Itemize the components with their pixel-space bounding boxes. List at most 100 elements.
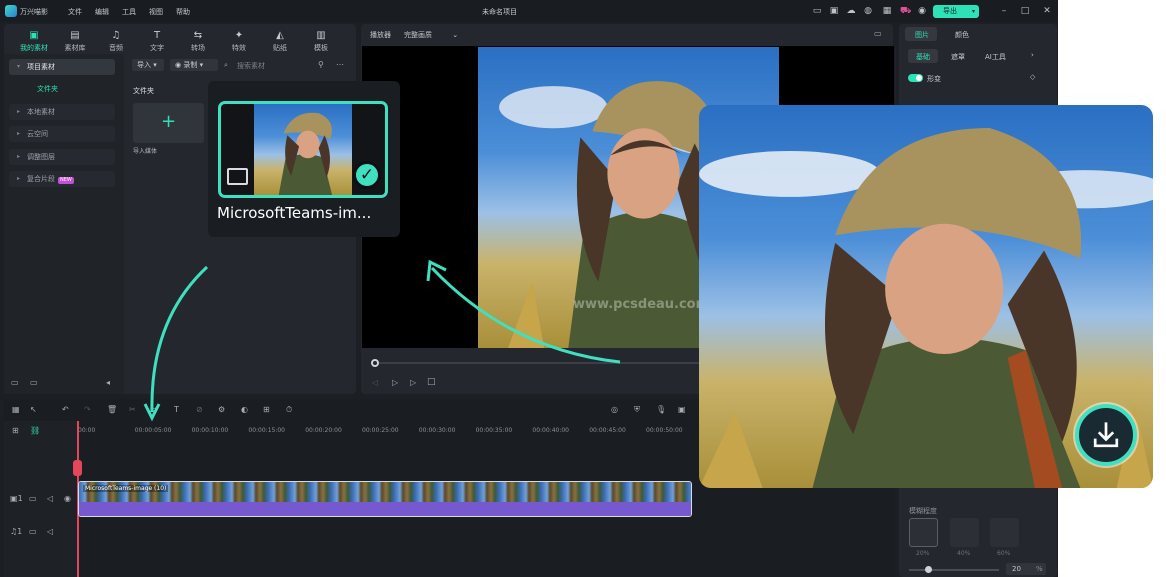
play-icon[interactable]: ▷ bbox=[410, 378, 416, 387]
import-media-tile[interactable]: + bbox=[133, 103, 204, 143]
blur-value: 20 bbox=[1012, 565, 1021, 573]
toolbar-transition[interactable]: ⇆ 转场 bbox=[180, 30, 216, 53]
eye-icon[interactable]: ◉ bbox=[64, 494, 71, 503]
keyframe-icon[interactable]: ◇ bbox=[1030, 73, 1035, 81]
stop-icon[interactable]: □ bbox=[427, 377, 436, 387]
template-icon: ▥ bbox=[316, 30, 326, 41]
folder-add-icon[interactable]: ▭ bbox=[11, 378, 19, 387]
redo-icon[interactable]: ↷ bbox=[84, 405, 91, 414]
folder-track-icon[interactable]: ▭ bbox=[29, 527, 37, 536]
render-icon[interactable]: ◎ bbox=[611, 405, 618, 414]
mask-icon[interactable]: ⊘ bbox=[196, 405, 203, 414]
ruler-tick-label: 00:00:25:00 bbox=[362, 427, 399, 434]
delete-icon[interactable]: 🗑 bbox=[107, 405, 117, 414]
filter-icon[interactable]: ⚲ bbox=[318, 60, 324, 69]
folder-icon[interactable]: ▭ bbox=[30, 378, 38, 387]
sidebar-item-local[interactable]: ▸ 本地素材 bbox=[9, 104, 115, 120]
cloud-icon[interactable]: ☁ bbox=[846, 6, 856, 16]
folder-track-icon[interactable]: ▭ bbox=[29, 494, 37, 503]
blur-preset-40[interactable] bbox=[950, 518, 979, 547]
save-icon[interactable]: ▣ bbox=[829, 6, 839, 16]
screen-icon[interactable]: ▭ bbox=[812, 6, 822, 16]
blur-value-input[interactable]: 20% bbox=[1006, 563, 1046, 575]
subtab-ai[interactable]: AI工具 bbox=[985, 52, 1006, 62]
effects-icon: ✦ bbox=[234, 30, 244, 41]
import-dropdown[interactable]: 导入 ▾ bbox=[132, 59, 164, 71]
slider-knob[interactable] bbox=[925, 566, 932, 573]
undo-icon[interactable]: ↶ bbox=[62, 405, 69, 414]
user-icon[interactable]: ◉ bbox=[917, 6, 927, 16]
toolbar-stock[interactable]: ▤ 素材库 bbox=[57, 30, 93, 53]
grid-icon[interactable]: ▦ bbox=[882, 6, 892, 16]
select-tool-icon[interactable]: ↖ bbox=[30, 405, 37, 414]
collapse-icon[interactable]: ◂ bbox=[106, 378, 110, 387]
ruler-tick-label: 00:00:10:00 bbox=[191, 427, 229, 434]
sidebar-item-cloud[interactable]: ▸ 云空间 bbox=[9, 126, 115, 142]
speaker-icon[interactable]: ◁ bbox=[47, 494, 53, 503]
music-icon: ♫ bbox=[111, 30, 121, 41]
speaker-icon[interactable]: ◁ bbox=[47, 527, 53, 536]
mic-icon[interactable]: 🎙 bbox=[656, 405, 666, 414]
chevron-right-icon[interactable]: › bbox=[1031, 51, 1034, 59]
ruler-tick-label: 00:00:15:00 bbox=[248, 427, 285, 434]
freeze-icon[interactable]: ⊞ bbox=[263, 405, 270, 414]
menu-tools[interactable]: 工具 bbox=[122, 7, 136, 17]
sidebar-item-folder[interactable]: 文件夹 bbox=[9, 81, 115, 97]
cut-icon[interactable]: ✂ bbox=[129, 405, 136, 414]
cart-icon[interactable]: ⛟ bbox=[900, 6, 911, 16]
crop-icon[interactable]: ⌗ bbox=[152, 405, 157, 415]
playhead-marker[interactable] bbox=[73, 460, 82, 476]
tab-color[interactable]: 颜色 bbox=[955, 30, 969, 40]
export-button[interactable]: 导出 ▾ bbox=[933, 5, 979, 18]
minimize-icon[interactable]: – bbox=[999, 6, 1009, 16]
track-number: 1 bbox=[17, 527, 23, 536]
chevron-down-icon: ⌄ bbox=[452, 31, 459, 39]
maximize-icon[interactable]: □ bbox=[1020, 6, 1030, 16]
plus-icon: + bbox=[160, 111, 177, 132]
tab-image[interactable]: 图片 bbox=[905, 27, 937, 41]
record-dropdown[interactable]: ◉ 录制 ▾ bbox=[170, 59, 218, 71]
snapshot-tool-icon[interactable]: ▣ bbox=[678, 405, 686, 414]
download-button[interactable] bbox=[1075, 404, 1137, 466]
blur-slider[interactable] bbox=[909, 566, 999, 573]
step-back-icon[interactable]: ▷ bbox=[392, 378, 398, 387]
quality-dropdown[interactable]: 完整画质 ⌄ bbox=[404, 30, 458, 40]
palette-icon[interactable]: ◐ bbox=[241, 405, 248, 414]
shield-icon[interactable]: ⛨ bbox=[634, 405, 640, 415]
snapshot-icon[interactable]: ▭ bbox=[874, 29, 882, 38]
sidebar-item-adjust-layer[interactable]: ▸ 调整图层 bbox=[9, 149, 115, 165]
headset-icon[interactable]: ◍ bbox=[863, 6, 873, 16]
toolbar-audio[interactable]: ♫ 音频 bbox=[98, 30, 134, 53]
add-track-icon[interactable]: ⊞ bbox=[12, 426, 19, 435]
more-icon[interactable]: ⋯ bbox=[336, 60, 344, 69]
transform-toggle[interactable] bbox=[908, 74, 923, 82]
prev-frame-icon[interactable]: ◁ bbox=[372, 378, 378, 387]
blur-preset-60[interactable] bbox=[990, 518, 1019, 547]
link-icon[interactable]: ⛓ bbox=[30, 426, 40, 435]
ruler-tick-label: 00:00:40:00 bbox=[532, 427, 569, 434]
menu-edit[interactable]: 编辑 bbox=[95, 7, 109, 17]
menu-view[interactable]: 视图 bbox=[149, 7, 163, 17]
sidebar-item-compound[interactable]: ▸ 复合片段 NEW bbox=[9, 171, 115, 187]
toolbar-text[interactable]: T 文字 bbox=[139, 30, 175, 53]
folder-heading: 文件夹 bbox=[133, 87, 154, 95]
subtab-mask[interactable]: 遮罩 bbox=[951, 52, 965, 62]
timer-icon[interactable]: ⏱ bbox=[286, 405, 292, 415]
blur-strength-label: 模糊程度 bbox=[909, 507, 937, 515]
close-icon[interactable]: ✕ bbox=[1042, 6, 1052, 16]
toolbar-templates[interactable]: ▥ 模板 bbox=[303, 30, 339, 53]
toolbar-my-media[interactable]: ▣ 我的素材 bbox=[16, 30, 52, 53]
playhead-handle[interactable] bbox=[371, 359, 379, 367]
subtab-basic[interactable]: 基础 bbox=[908, 49, 938, 63]
speed-icon[interactable]: ⚙ bbox=[218, 405, 225, 414]
text-tool-icon[interactable]: T bbox=[174, 405, 179, 414]
layout-icon[interactable]: ▦ bbox=[12, 405, 20, 414]
menu-file[interactable]: 文件 bbox=[68, 7, 82, 17]
sidebar-item-project-media[interactable]: ▾ 项目素材 bbox=[9, 59, 115, 75]
video-clip[interactable]: MicrosoftTeams-image (10) bbox=[78, 481, 692, 517]
menu-help[interactable]: 帮助 bbox=[176, 7, 190, 17]
toolbar-effects[interactable]: ✦ 特效 bbox=[221, 30, 257, 53]
toolbar-stickers[interactable]: ◭ 贴纸 bbox=[262, 30, 298, 53]
search-input[interactable]: 搜索素材 bbox=[237, 61, 265, 71]
blur-preset-20[interactable] bbox=[909, 518, 938, 547]
